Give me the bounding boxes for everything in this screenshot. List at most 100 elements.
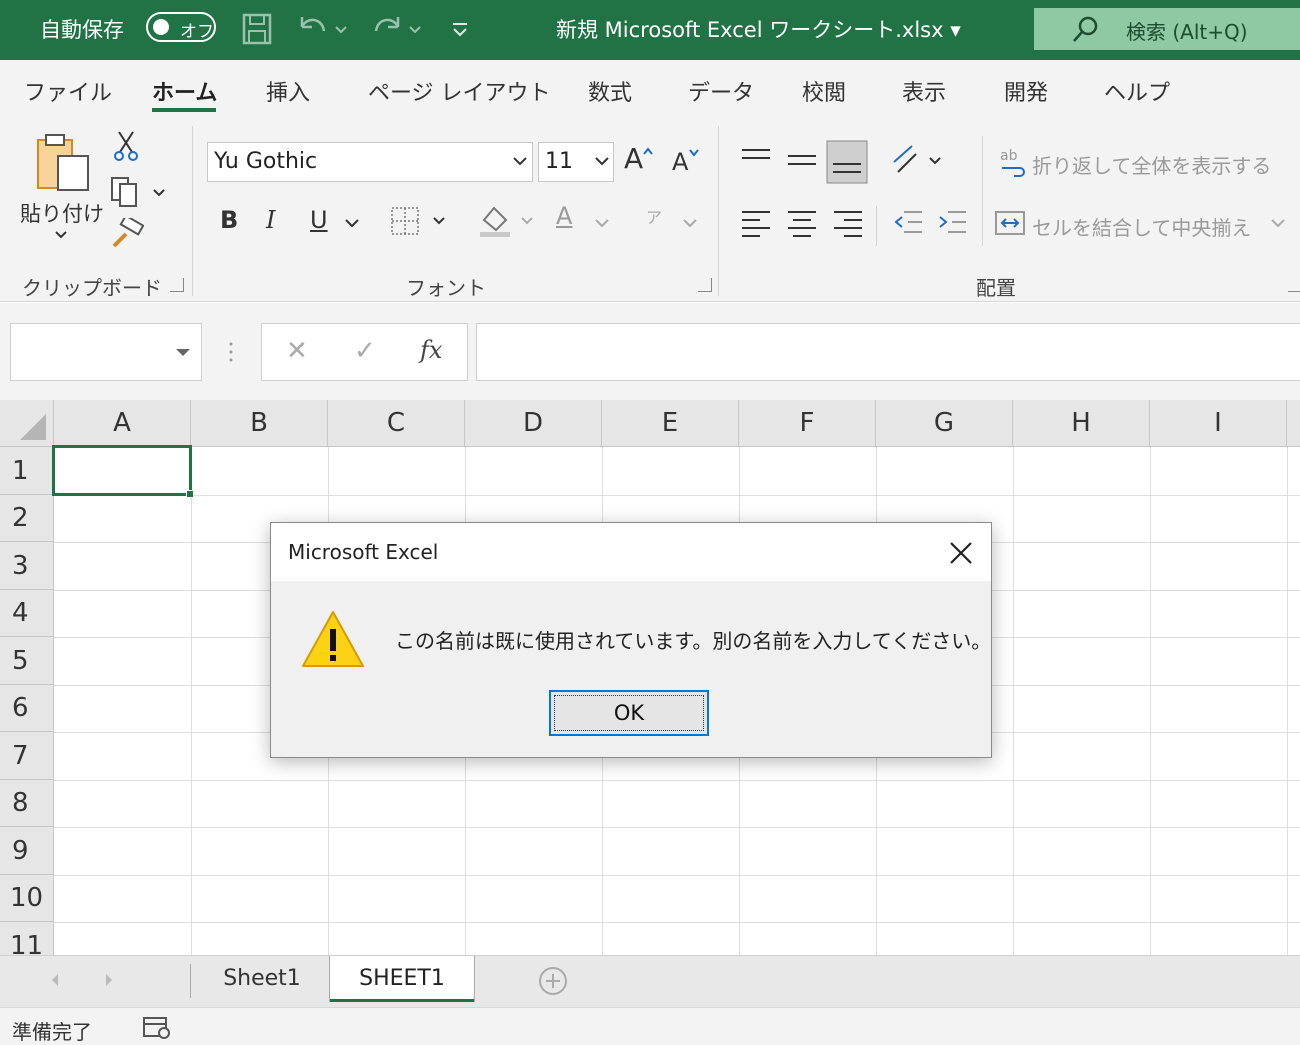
accessibility-icon[interactable]: [142, 1016, 172, 1040]
wrap-text-icon[interactable]: ab: [998, 146, 1028, 178]
search-box[interactable]: 検索 (Alt+Q): [1034, 8, 1300, 50]
clipboard-launcher-icon[interactable]: [170, 278, 184, 292]
close-icon[interactable]: [947, 539, 975, 567]
redo-icon[interactable]: [370, 13, 422, 45]
increase-indent-icon[interactable]: [936, 208, 968, 238]
column-header[interactable]: [1287, 400, 1300, 447]
column-header[interactable]: A: [54, 400, 191, 447]
row-header[interactable]: 7: [0, 732, 54, 780]
formula-input[interactable]: [476, 323, 1300, 381]
paste-label[interactable]: 貼り付け: [20, 198, 104, 228]
cancel-icon[interactable]: ✕: [286, 336, 308, 366]
save-icon[interactable]: [242, 13, 272, 45]
prev-sheet-icon[interactable]: [48, 972, 62, 988]
font-launcher-icon[interactable]: [698, 278, 712, 292]
underline-dropdown-icon[interactable]: [344, 218, 360, 230]
row-header[interactable]: 4: [0, 590, 54, 637]
column-header[interactable]: E: [602, 400, 739, 447]
add-sheet-icon[interactable]: [538, 966, 568, 996]
tab-file[interactable]: ファイル: [24, 75, 112, 107]
fill-color-icon[interactable]: [478, 202, 538, 238]
column-header[interactable]: F: [739, 400, 876, 447]
wrap-text-label[interactable]: 折り返して全体を表示する: [1032, 150, 1271, 179]
row-header[interactable]: 1: [0, 447, 54, 495]
autosave-toggle[interactable]: オフ: [146, 12, 216, 42]
document-title[interactable]: 新規 Microsoft Excel ワークシート.xlsx ▾: [556, 14, 961, 44]
paste-icon[interactable]: [34, 132, 92, 204]
column-header[interactable]: D: [465, 400, 602, 447]
tab-help[interactable]: ヘルプ: [1104, 75, 1170, 107]
cut-icon[interactable]: [112, 130, 140, 162]
fill-handle[interactable]: [186, 490, 194, 498]
alignment-launcher-icon[interactable]: [1288, 278, 1300, 292]
italic-button[interactable]: I: [266, 206, 275, 234]
formula-bar-grip-icon[interactable]: [228, 341, 234, 363]
font-size-dropdown-icon[interactable]: [594, 156, 610, 168]
insert-function-icon[interactable]: fx: [420, 336, 442, 364]
tab-review[interactable]: 校閲: [802, 75, 846, 107]
copy-icon[interactable]: [110, 176, 166, 208]
borders-icon[interactable]: [390, 206, 450, 238]
row-header[interactable]: 8: [0, 780, 54, 827]
align-center-icon[interactable]: [786, 208, 818, 238]
row-header[interactable]: 2: [0, 495, 54, 542]
column-header[interactable]: C: [328, 400, 465, 447]
shrink-font-button[interactable]: A: [672, 148, 688, 176]
column-header[interactable]: B: [191, 400, 328, 447]
phonetic-dropdown-icon[interactable]: [682, 218, 698, 230]
name-box[interactable]: [10, 323, 202, 381]
row-header[interactable]: 11: [0, 922, 54, 955]
grid-line: [1150, 447, 1151, 955]
customize-qat-icon[interactable]: [450, 13, 470, 45]
font-color-dropdown-icon[interactable]: [594, 218, 610, 230]
next-sheet-icon[interactable]: [102, 972, 116, 988]
align-middle-icon[interactable]: [786, 146, 818, 174]
sheet-tab-active[interactable]: SHEET1: [330, 956, 474, 1002]
row-header[interactable]: 10: [0, 875, 54, 922]
orientation-icon[interactable]: [890, 142, 944, 178]
column-header[interactable]: G: [876, 400, 1013, 447]
selected-cell-a1[interactable]: [52, 445, 194, 498]
grow-font-arrow-icon: [643, 147, 653, 155]
underline-button[interactable]: U: [310, 206, 328, 234]
ok-button[interactable]: OK: [549, 690, 709, 736]
name-box-dropdown-icon[interactable]: [175, 348, 191, 358]
undo-icon[interactable]: [296, 13, 348, 45]
merge-dropdown-icon[interactable]: [1270, 218, 1286, 230]
group-separator: [192, 126, 193, 296]
row-header[interactable]: 9: [0, 827, 54, 875]
tab-developer[interactable]: 開発: [1004, 75, 1048, 107]
align-top-icon[interactable]: [740, 146, 772, 174]
sheet-tab[interactable]: Sheet1: [196, 956, 328, 1002]
row-header[interactable]: 5: [0, 637, 54, 685]
autosave-state: オフ: [180, 22, 214, 42]
title-bar: 自動保存 オフ 新規 Microsoft Excel ワークシート.xlsx ▾…: [0, 0, 1300, 60]
grow-font-button[interactable]: A: [624, 142, 643, 175]
align-right-icon[interactable]: [832, 208, 864, 238]
tab-page-layout[interactable]: ページ レイアウト: [368, 75, 551, 107]
column-header[interactable]: I: [1150, 400, 1287, 447]
decrease-indent-icon[interactable]: [892, 208, 924, 238]
enter-icon[interactable]: ✓: [354, 336, 376, 366]
phonetic-guide-button[interactable]: ア: [646, 204, 662, 228]
align-bottom-icon[interactable]: [826, 140, 868, 184]
select-all-button[interactable]: [0, 400, 54, 447]
row-header[interactable]: 6: [0, 685, 54, 732]
bold-button[interactable]: B: [220, 206, 238, 234]
tab-formulas[interactable]: 数式: [588, 75, 632, 107]
format-painter-icon[interactable]: [110, 218, 144, 250]
tab-view[interactable]: 表示: [902, 75, 946, 107]
tab-insert[interactable]: 挿入: [266, 75, 310, 107]
sheet-tab-separator: [474, 956, 475, 1002]
column-header[interactable]: H: [1013, 400, 1150, 447]
merge-center-label[interactable]: セルを結合して中央揃え: [1032, 212, 1251, 241]
paste-dropdown-icon[interactable]: [54, 230, 68, 240]
font-name-select[interactable]: Yu Gothic: [207, 142, 533, 182]
align-left-icon[interactable]: [740, 208, 772, 238]
tab-home[interactable]: ホーム: [152, 75, 217, 107]
font-name-dropdown-icon[interactable]: [512, 156, 528, 168]
merge-center-icon[interactable]: [994, 208, 1026, 238]
font-color-button[interactable]: A: [556, 202, 572, 230]
tab-data[interactable]: データ: [688, 75, 754, 107]
row-header[interactable]: 3: [0, 542, 54, 590]
